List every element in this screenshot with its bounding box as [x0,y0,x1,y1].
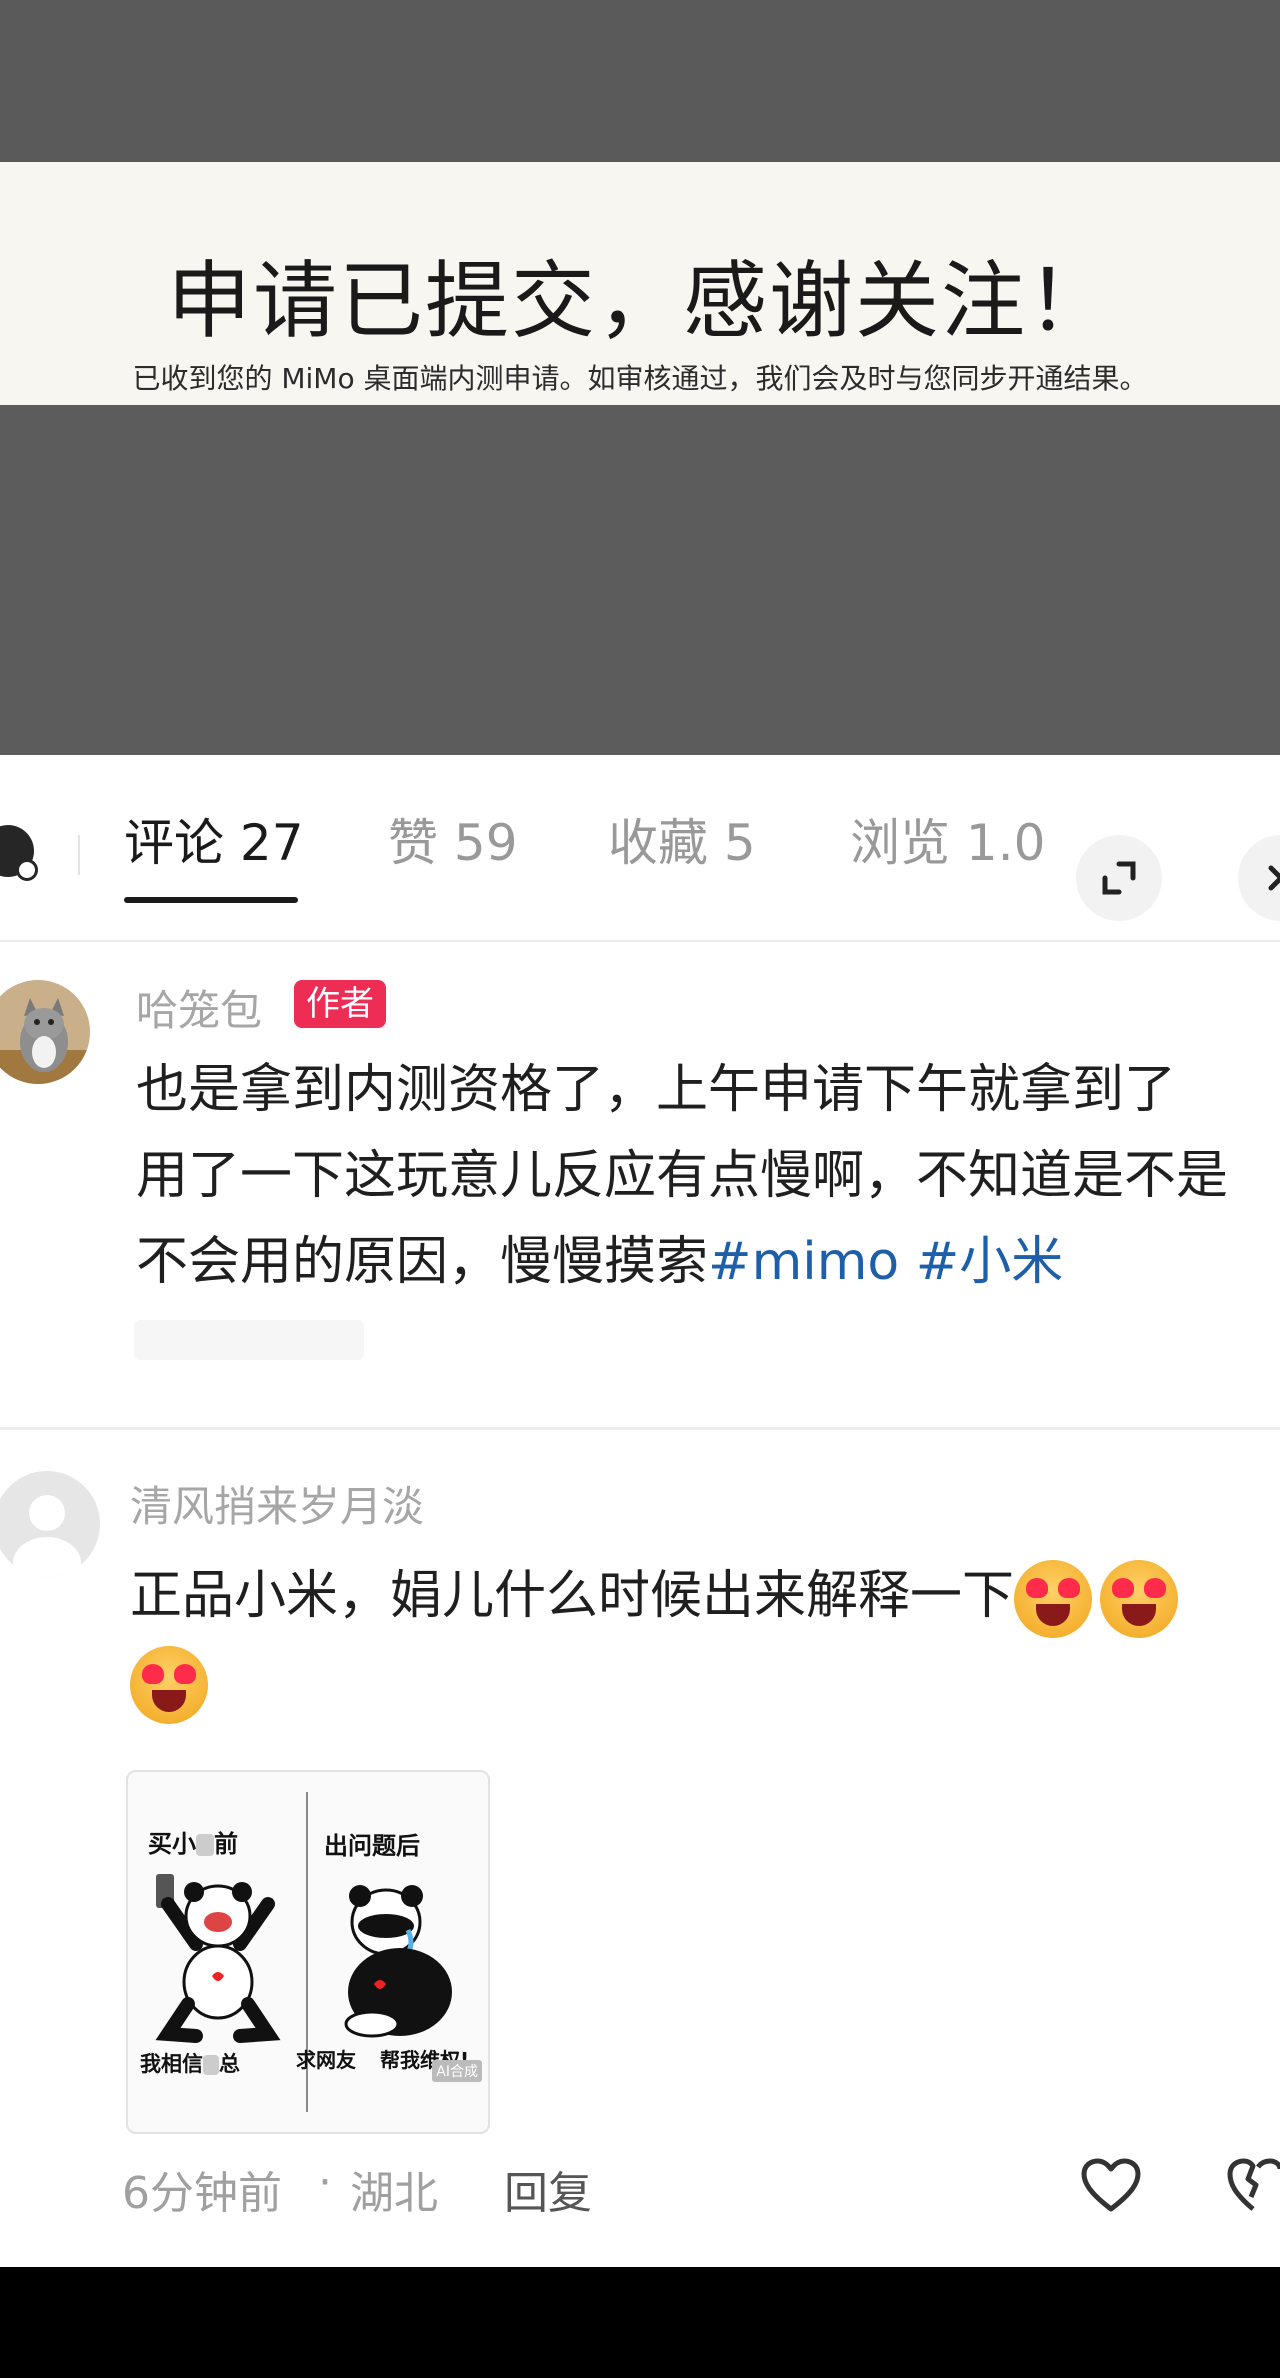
comment-divider [0,1427,1280,1430]
gear-icon [16,859,38,881]
blurred-content [134,1320,364,1360]
top-dark-area [0,0,1280,162]
banner-subtitle: 已收到您的 MiMo 桌面端内测申请。如审核通过，我们会及时与您同步开通结果。 [132,362,1148,395]
avatar[interactable] [0,1471,100,1577]
banner-title: 申请已提交，感谢关注！ [166,252,1113,350]
broken-heart-icon[interactable] [1226,2157,1280,2215]
submission-banner: 申请已提交，感谢关注！ 已收到您的 MiMo 桌面端内测申请。如审核通过，我们会… [0,162,1280,405]
comment-line: 也是拿到内测资格了，上午申请下午就拿到了 [136,1060,1177,1120]
meme-caption: 买小 [148,1830,196,1858]
heart-eyes-emoji-icon [130,1646,208,1724]
default-avatar-icon [13,1495,81,1577]
comment-text: 正品小米，娟儿什么时候出来解释一下 [130,1553,1186,1639]
comment-author[interactable]: 哈笼包 [136,977,262,1038]
close-icon [1268,865,1280,891]
tab-views-clip: 浏览 1.0 [850,803,1080,883]
crying-panda-icon [344,1885,452,2038]
tab-comments[interactable]: 评论 27 [124,803,304,875]
author-badge: 作者 [294,980,386,1028]
heart-icon[interactable] [1080,2157,1142,2215]
meme-image[interactable]: 买小前 出问题后 我相信总 求网友 帮我维权! AI合成 [126,1770,490,2134]
comment-location: 湖北 [350,2168,438,2219]
meme-caption: 求网友 [296,2048,356,2072]
comment-line-with-tags: 不会用的原因，慢慢摸索#mimo #小米 [136,1219,1063,1305]
reply-button[interactable]: 回复 [504,2157,592,2221]
hashtag-mimo[interactable]: #mimo [708,1232,899,1292]
avatar[interactable] [0,980,90,1084]
meme-caption: 我相信 [140,2052,203,2076]
meme-caption: 出问题后 [324,1832,420,1860]
comment-text-content: 正品小米，娟儿什么时候出来解释一下 [130,1566,1015,1626]
happy-panda-icon [155,1874,281,2043]
user-settings-icon[interactable] [0,825,38,881]
ai-watermark: AI合成 [432,2060,482,2082]
bottom-bar [0,2267,1280,2378]
tab-favorites[interactable]: 收藏 5 [608,803,756,875]
active-tab-indicator [124,897,298,903]
comment-line: 不会用的原因，慢慢摸索 [136,1232,709,1292]
divider [78,835,80,875]
comment-line: 用了一下这玩意儿反应有点慢啊，不知道是不是 [136,1146,1229,1206]
tab-likes[interactable]: 赞 59 [388,803,518,875]
cat-avatar-icon [0,980,90,1084]
hashtag-xiaomi[interactable]: #小米 [916,1232,1064,1292]
overlay-dim-area [0,405,1280,755]
meta-dot: · [318,2157,332,2208]
tab-bar: 评论 27 赞 59 收藏 5 浏览 1.0 [0,755,1280,942]
tab-views[interactable]: 浏览 1.0 [850,803,1080,875]
expand-button[interactable] [1076,835,1162,921]
expand-icon [1102,861,1136,895]
heart-eyes-emoji-icon [1014,1560,1093,1638]
comment-time: 6分钟前 [122,2168,282,2219]
close-button[interactable] [1238,835,1280,921]
meme-caption: 总 [219,2052,240,2076]
comment-text-emoji-line [130,1639,216,1725]
meme-caption: 前 [214,1830,238,1858]
comment-panel: 评论 27 赞 59 收藏 5 浏览 1.0 哈笼包 作者 也是拿到内测资格了，… [0,755,1280,2267]
heart-eyes-emoji-icon [1100,1560,1179,1638]
comment-author[interactable]: 清风捎来岁月淡 [130,1473,424,1534]
